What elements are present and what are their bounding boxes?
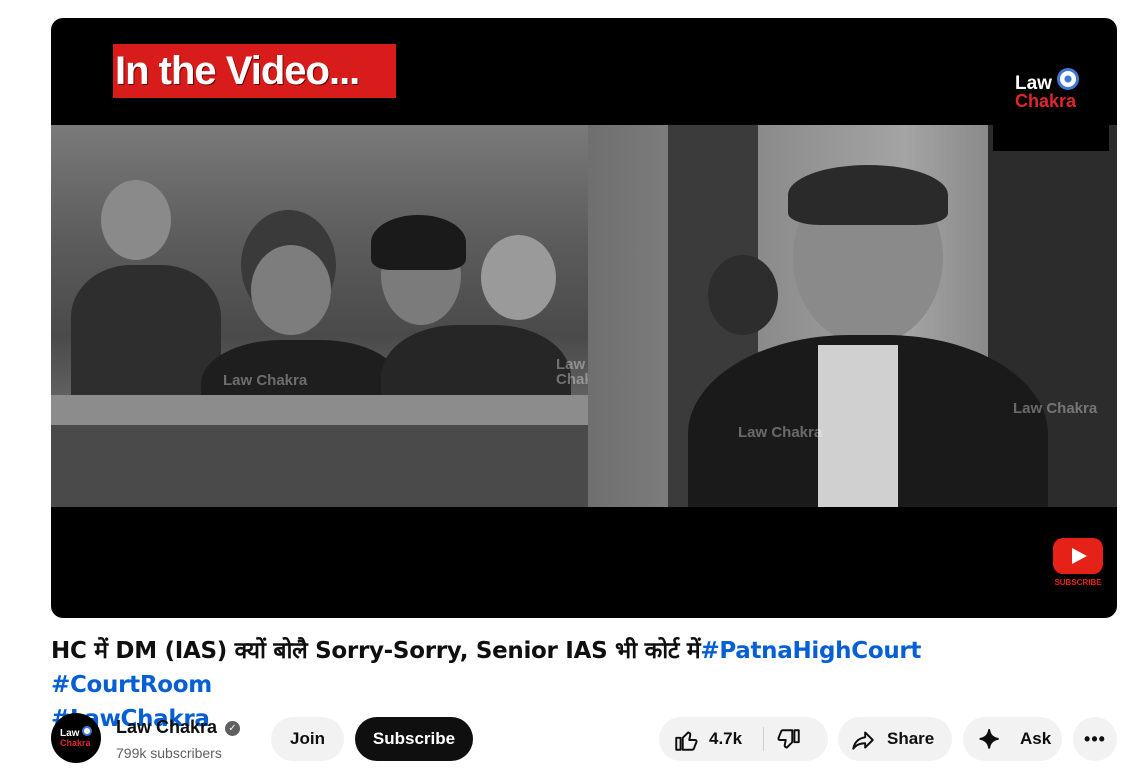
- channel-name[interactable]: Law Chakra: [116, 717, 217, 738]
- video-frame-courtroom: Law Chakra Law Chakra: [51, 125, 588, 507]
- hashtag-link[interactable]: #PatnaHighCourt: [700, 638, 921, 664]
- share-button[interactable]: Share: [838, 717, 952, 761]
- channel-logo-overlay: Law Chakra: [993, 36, 1109, 151]
- hashtag-link[interactable]: #CourtRoom: [51, 672, 212, 698]
- join-button[interactable]: Join: [271, 717, 344, 761]
- thumbs-down-icon: [777, 729, 800, 749]
- chakra-wheel-icon: [1057, 68, 1079, 90]
- share-arrow-icon: [852, 731, 874, 750]
- like-dislike-group: 4.7k: [659, 717, 828, 761]
- like-button[interactable]: 4.7k: [659, 717, 763, 761]
- thumbs-up-icon: [675, 731, 698, 751]
- avatar-chakra-text: Chakra: [60, 738, 91, 748]
- dislike-button[interactable]: [764, 717, 828, 761]
- video-frame: Law Chakra Law Chakra Law Chakra Law Cha…: [51, 125, 1117, 507]
- channel-row: Law Chakra Law Chakra ✓ 799k subscribers…: [51, 713, 1117, 765]
- logo-chakra-text: Chakra: [1015, 91, 1077, 111]
- video-banner-text: In the Video...: [113, 44, 396, 98]
- video-frame-judge: Law Chakra Law Chakra: [588, 125, 1117, 507]
- more-actions-button[interactable]: •••: [1073, 717, 1117, 761]
- ask-label: Ask: [1020, 729, 1052, 748]
- video-title-text: HC में DM (IAS) क्यों बोलै Sorry-Sorry, …: [51, 638, 701, 664]
- avatar-wheel-icon: [82, 726, 92, 736]
- watermark-center: Law Chakra: [556, 356, 588, 388]
- watermark-right: Law Chakra: [738, 424, 823, 441]
- video-player[interactable]: In the Video... Law Chakra Law Chakra: [51, 18, 1117, 618]
- watermark-far-right: Law Chakra: [1013, 400, 1098, 417]
- like-count: 4.7k: [709, 729, 743, 748]
- youtube-play-icon: [1053, 538, 1103, 574]
- subscriber-count: 799k subscribers: [116, 745, 222, 761]
- share-label: Share: [887, 729, 935, 748]
- subscribe-button[interactable]: Subscribe: [355, 717, 473, 761]
- watermark-left: Law Chakra: [223, 372, 308, 389]
- subscribe-badge: SUBSCRIBE: [1053, 538, 1103, 590]
- sparkle-icon: [979, 729, 999, 749]
- subscribe-badge-label: SUBSCRIBE: [1054, 578, 1102, 587]
- verified-check-icon: ✓: [225, 721, 240, 736]
- channel-avatar[interactable]: Law Chakra: [51, 713, 101, 763]
- ask-button[interactable]: Ask: [963, 717, 1062, 761]
